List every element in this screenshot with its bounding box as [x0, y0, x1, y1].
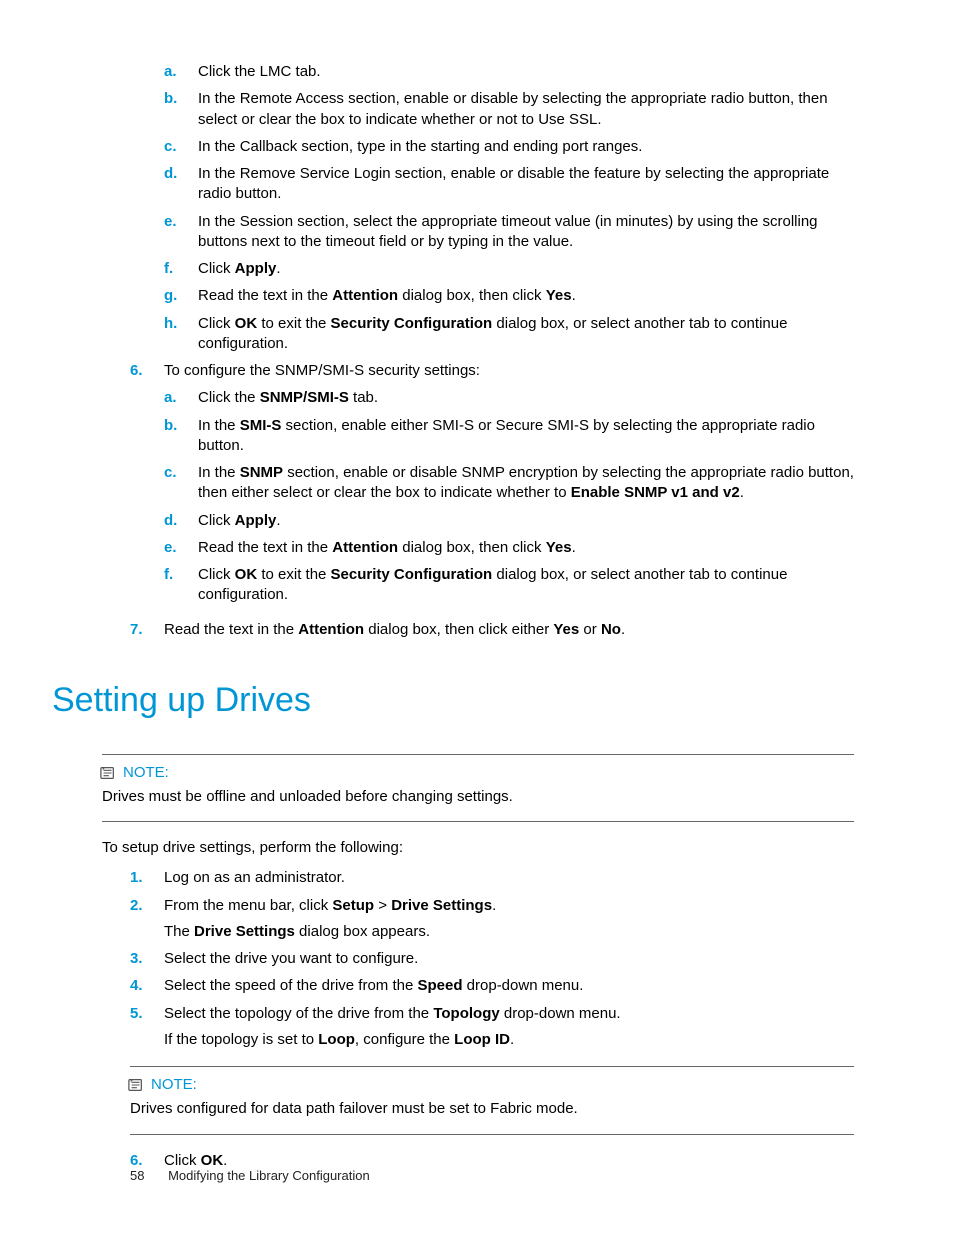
intro-paragraph: To setup drive settings, perform the fol…	[102, 838, 854, 858]
substep-c: c. In the SNMP section, enable or disabl…	[164, 463, 854, 504]
text: Click Apply.	[198, 259, 854, 279]
note-icon	[99, 765, 117, 781]
drive-step-5: 5. Select the topology of the drive from…	[130, 1004, 854, 1051]
substep-b: b. In the SMI-S section, enable either S…	[164, 416, 854, 457]
marker-a: a.	[164, 62, 198, 82]
note-icon	[127, 1077, 145, 1093]
note-text: Drives must be offline and unloaded befo…	[102, 787, 854, 807]
section-heading: Setting up Drives	[52, 678, 854, 724]
substep-e: e. Read the text in the Attention dialog…	[164, 538, 854, 558]
text: In the Callback section, type in the sta…	[198, 137, 854, 157]
step-6: 6. To configure the SNMP/SMI-S security …	[130, 361, 854, 613]
substep-g: g. Read the text in the Attention dialog…	[164, 286, 854, 306]
marker-c: c.	[164, 137, 198, 157]
substep-a: a. Click the LMC tab.	[164, 62, 854, 82]
text: Click OK to exit the Security Configurat…	[198, 314, 854, 355]
page-footer: 58 Modifying the Library Configuration	[130, 1167, 370, 1185]
drive-step-4: 4. Select the speed of the drive from th…	[130, 976, 854, 996]
note-text: Drives configured for data path failover…	[130, 1099, 854, 1119]
drive-step-3: 3. Select the drive you want to configur…	[130, 949, 854, 969]
substep-b: b. In the Remote Access section, enable …	[164, 89, 854, 130]
marker-e: e.	[164, 212, 198, 253]
marker-6: 6.	[130, 361, 164, 613]
page-number: 58	[130, 1168, 144, 1183]
note-label: NOTE:	[123, 763, 169, 783]
step-7: 7. Read the text in the Attention dialog…	[130, 620, 854, 640]
chapter-title: Modifying the Library Configuration	[168, 1168, 370, 1183]
marker-h: h.	[164, 314, 198, 355]
substep-d: d. Click Apply.	[164, 511, 854, 531]
text: Click the LMC tab.	[198, 62, 854, 82]
substep-h: h. Click OK to exit the Security Configu…	[164, 314, 854, 355]
note-label: NOTE:	[151, 1075, 197, 1095]
text: Read the text in the Attention dialog bo…	[198, 286, 854, 306]
note-heading: NOTE:	[127, 1075, 854, 1095]
substep-d: d. In the Remove Service Login section, …	[164, 164, 854, 205]
substeps-security: a. Click the LMC tab. b. In the Remote A…	[164, 62, 854, 354]
text: In the Remote Access section, enable or …	[198, 89, 854, 130]
steps-continued: 6. To configure the SNMP/SMI-S security …	[130, 361, 854, 640]
marker-d: d.	[164, 164, 198, 205]
substeps-snmp: a. Click the SNMP/SMI-S tab. b. In the S…	[164, 388, 854, 605]
marker-7: 7.	[130, 620, 164, 640]
substep-e: e. In the Session section, select the ap…	[164, 212, 854, 253]
note-box-2: NOTE: Drives configured for data path fa…	[130, 1066, 854, 1135]
note-box-1: NOTE: Drives must be offline and unloade…	[102, 754, 854, 823]
text: In the Session section, select the appro…	[198, 212, 854, 253]
substep-f: f. Click OK to exit the Security Configu…	[164, 565, 854, 606]
drive-step-2: 2. From the menu bar, click Setup > Driv…	[130, 896, 854, 943]
marker-g: g.	[164, 286, 198, 306]
drive-step-1: 1. Log on as an administrator.	[130, 868, 854, 888]
substep-a: a. Click the SNMP/SMI-S tab.	[164, 388, 854, 408]
text: In the Remove Service Login section, ena…	[198, 164, 854, 205]
substep-f: f. Click Apply.	[164, 259, 854, 279]
note-heading: NOTE:	[99, 763, 854, 783]
marker-f: f.	[164, 259, 198, 279]
step6-intro: To configure the SNMP/SMI-S security set…	[164, 361, 854, 381]
marker-b: b.	[164, 89, 198, 130]
drive-steps: 1. Log on as an administrator. 2. From t…	[130, 868, 854, 1050]
substep-c: c. In the Callback section, type in the …	[164, 137, 854, 157]
